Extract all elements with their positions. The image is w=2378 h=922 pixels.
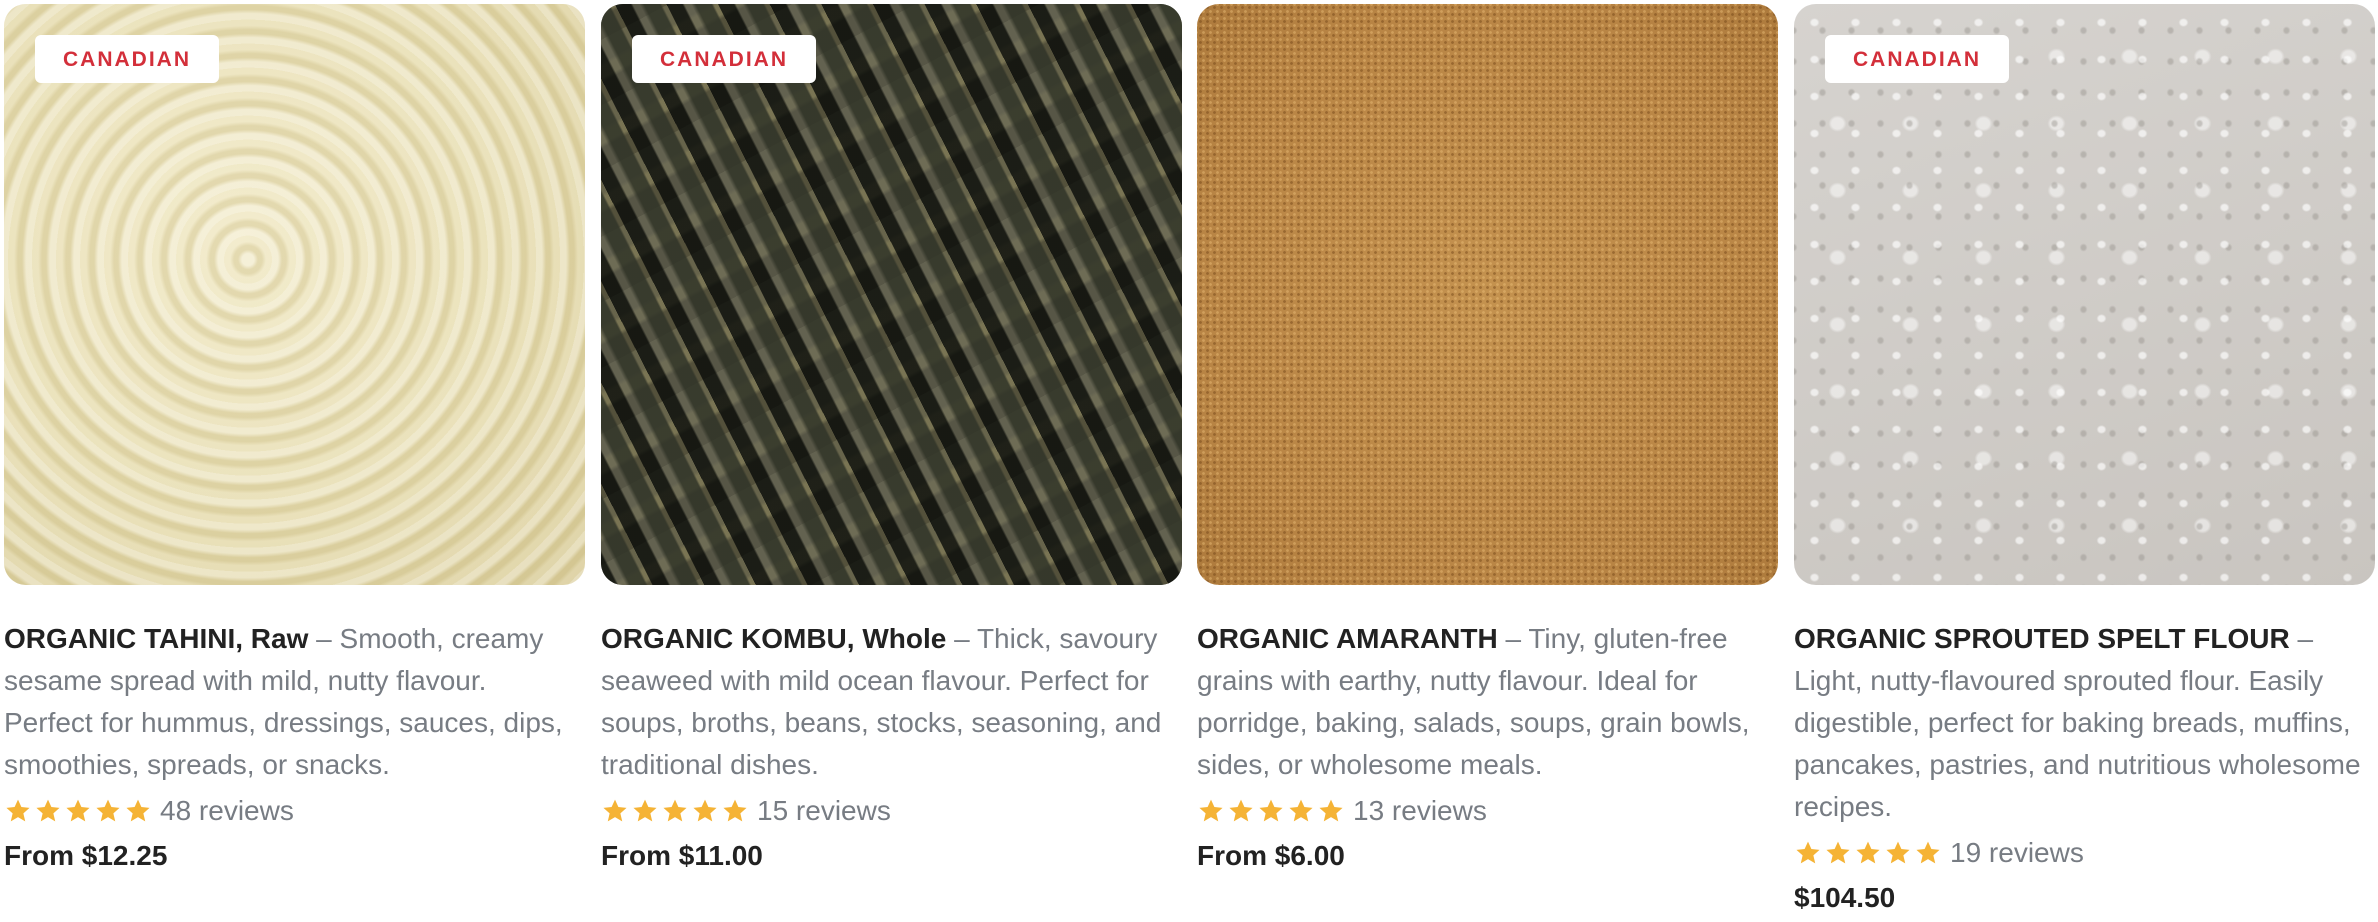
review-count[interactable]: 19 reviews: [1950, 837, 2084, 869]
star-rating: [1794, 839, 1942, 867]
star-icon: [36, 799, 60, 822]
star-icon: [1886, 841, 1910, 864]
product-rating: 48 reviews: [4, 794, 585, 828]
star-icon: [1856, 841, 1880, 864]
star-icon: [603, 799, 627, 822]
product-description: ORGANIC TAHINI, Raw – Smooth, creamy ses…: [4, 618, 579, 786]
star-icon: [126, 799, 150, 822]
product-image-amaranth: [1197, 4, 1778, 585]
product-description: ORGANIC AMARANTH – Tiny, gluten-free gra…: [1197, 618, 1772, 786]
product-title-link[interactable]: ORGANIC TAHINI, Raw: [4, 623, 308, 654]
star-icon: [1199, 799, 1223, 822]
product-price: From $6.00: [1197, 840, 1345, 871]
product-grid: CANADIAN ORGANIC TAHINI, Raw – Smooth, c…: [0, 0, 2378, 922]
origin-badge: CANADIAN: [35, 35, 219, 83]
star-icon: [96, 799, 120, 822]
star-icon: [1916, 841, 1940, 864]
product-image-link[interactable]: [1197, 4, 1778, 585]
origin-badge: CANADIAN: [1825, 35, 2009, 83]
star-rating: [601, 797, 749, 825]
star-icon: [1796, 841, 1820, 864]
review-count[interactable]: 13 reviews: [1353, 795, 1487, 827]
star-icon: [66, 799, 90, 822]
star-icon: [723, 799, 747, 822]
star-rating: [1197, 797, 1345, 825]
product-card-spelt-flour: CANADIAN ORGANIC SPROUTED SPELT FLOUR – …: [1794, 4, 2375, 914]
product-card-tahini: CANADIAN ORGANIC TAHINI, Raw – Smooth, c…: [4, 4, 585, 872]
star-icon: [693, 799, 717, 822]
product-description: ORGANIC SPROUTED SPELT FLOUR – Light, nu…: [1794, 618, 2369, 828]
product-title-link[interactable]: ORGANIC AMARANTH: [1197, 623, 1498, 654]
product-price: From $12.25: [4, 840, 168, 871]
review-count[interactable]: 15 reviews: [757, 795, 891, 827]
product-image-kombu: [601, 4, 1182, 585]
product-title-link[interactable]: ORGANIC KOMBU, Whole: [601, 623, 946, 654]
product-description: ORGANIC KOMBU, Whole – Thick, savoury se…: [601, 618, 1176, 786]
product-image-link[interactable]: CANADIAN: [601, 4, 1182, 585]
product-title-link[interactable]: ORGANIC SPROUTED SPELT FLOUR: [1794, 623, 2290, 654]
star-icon: [1289, 799, 1313, 822]
product-card-amaranth: ORGANIC AMARANTH – Tiny, gluten-free gra…: [1197, 4, 1778, 872]
star-icon: [1319, 799, 1343, 822]
product-price: $104.50: [1794, 882, 1896, 913]
star-icon: [663, 799, 687, 822]
product-rating: 19 reviews: [1794, 836, 2375, 870]
origin-badge: CANADIAN: [632, 35, 816, 83]
product-image-link[interactable]: CANADIAN: [1794, 4, 2375, 585]
product-card-kombu: CANADIAN ORGANIC KOMBU, Whole – Thick, s…: [601, 4, 1182, 872]
review-count[interactable]: 48 reviews: [160, 795, 294, 827]
product-rating: 13 reviews: [1197, 794, 1778, 828]
product-price: From $11.00: [601, 840, 763, 871]
star-rating: [4, 797, 152, 825]
product-image-tahini: [4, 4, 585, 585]
star-icon: [1826, 841, 1850, 864]
star-icon: [1259, 799, 1283, 822]
product-image-spelt-flour: [1794, 4, 2375, 585]
product-rating: 15 reviews: [601, 794, 1182, 828]
star-icon: [633, 799, 657, 822]
product-image-link[interactable]: CANADIAN: [4, 4, 585, 585]
star-icon: [6, 799, 30, 822]
star-icon: [1229, 799, 1253, 822]
